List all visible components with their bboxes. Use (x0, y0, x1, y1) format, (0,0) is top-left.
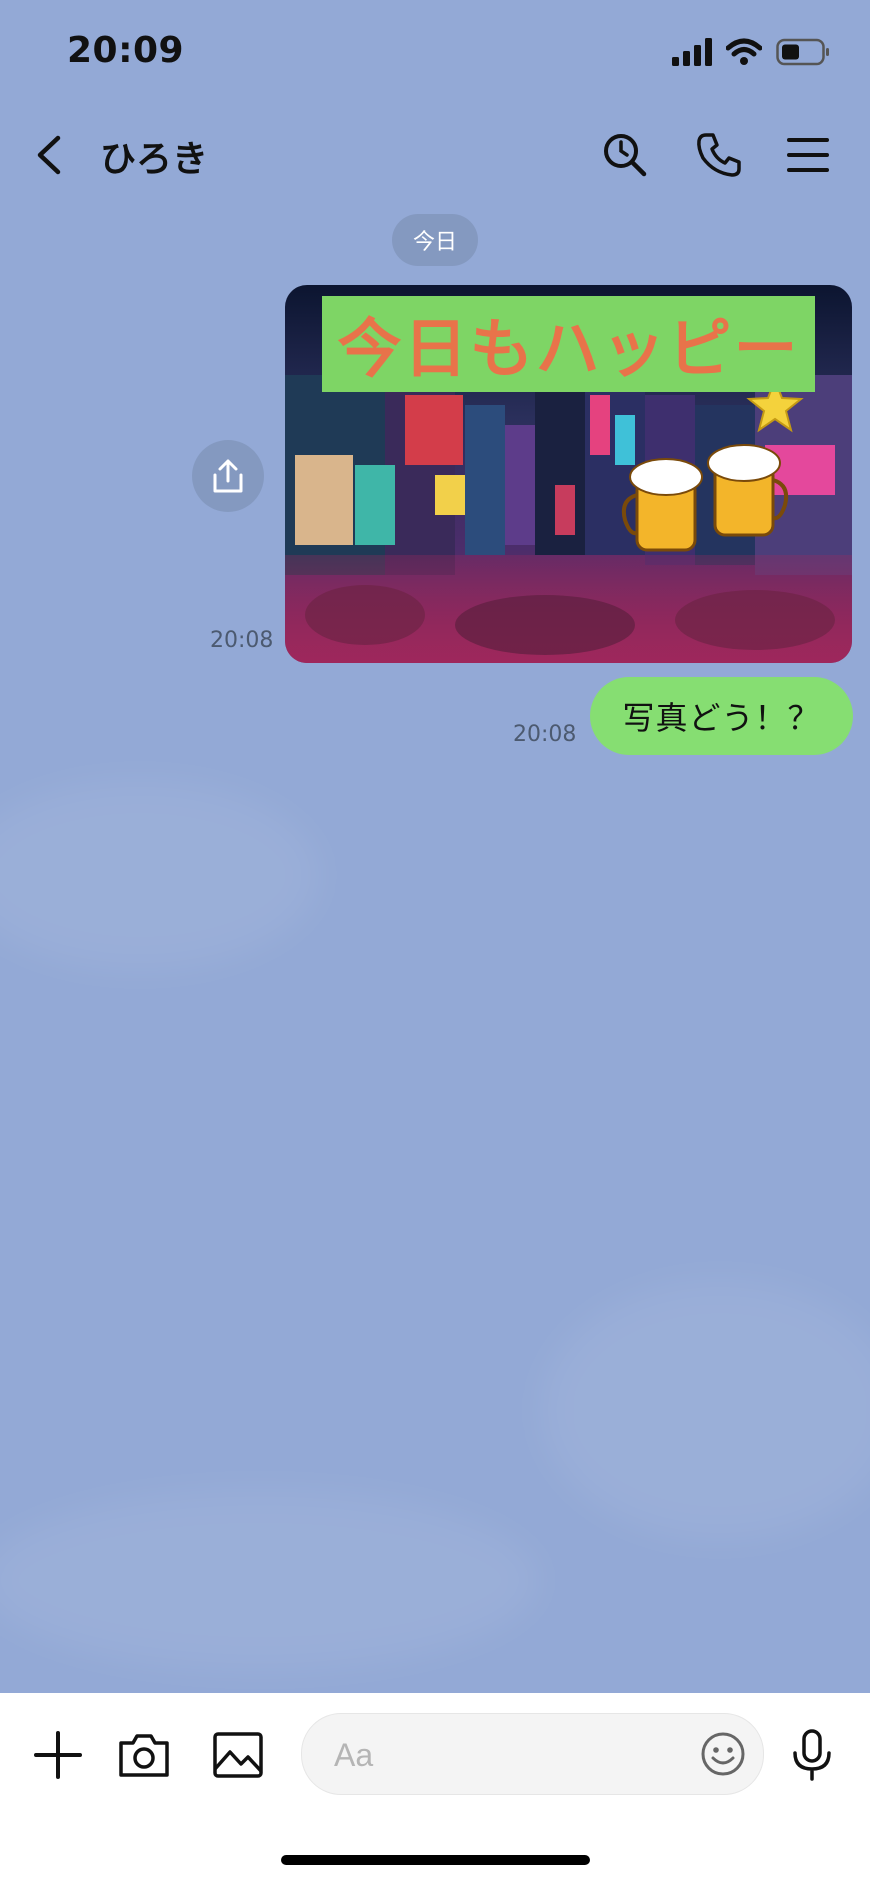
battery-icon (776, 38, 829, 66)
background-cloud (0, 1490, 540, 1670)
message-input-field[interactable] (301, 1713, 764, 1795)
back-chevron-icon[interactable] (28, 132, 72, 178)
menu-icon[interactable] (783, 130, 833, 180)
search-icon[interactable] (600, 130, 650, 180)
message-input[interactable] (332, 1728, 666, 1782)
image-gallery-icon[interactable] (210, 1727, 266, 1783)
status-time: 20:09 (67, 30, 185, 71)
wifi-icon (726, 38, 762, 65)
emoji-icon[interactable] (699, 1730, 747, 1778)
message-time: 20:08 (210, 628, 274, 653)
contact-name: ひろき (100, 139, 209, 180)
chat-header: ひろき (0, 110, 870, 200)
message-time: 20:08 (513, 722, 577, 747)
home-indicator (281, 1855, 590, 1865)
status-icons (672, 38, 830, 66)
share-icon (213, 459, 243, 493)
camera-icon[interactable] (116, 1727, 172, 1783)
share-button[interactable] (192, 440, 264, 512)
text-message-bubble[interactable]: 写真どう！？ (590, 677, 853, 755)
signal-icon (672, 38, 712, 66)
background-cloud (0, 780, 320, 970)
image-banner-text: 今日もハッピー (322, 296, 815, 392)
date-separator: 今日 (392, 214, 478, 266)
status-bar: 20:09 (0, 0, 870, 110)
phone-call-icon[interactable] (694, 130, 744, 180)
plus-icon[interactable] (30, 1727, 86, 1783)
background-cloud (540, 1280, 870, 1540)
image-message[interactable]: 今日もハッピー (285, 285, 852, 663)
message-input-bar (0, 1693, 870, 1883)
microphone-icon[interactable] (784, 1727, 840, 1783)
